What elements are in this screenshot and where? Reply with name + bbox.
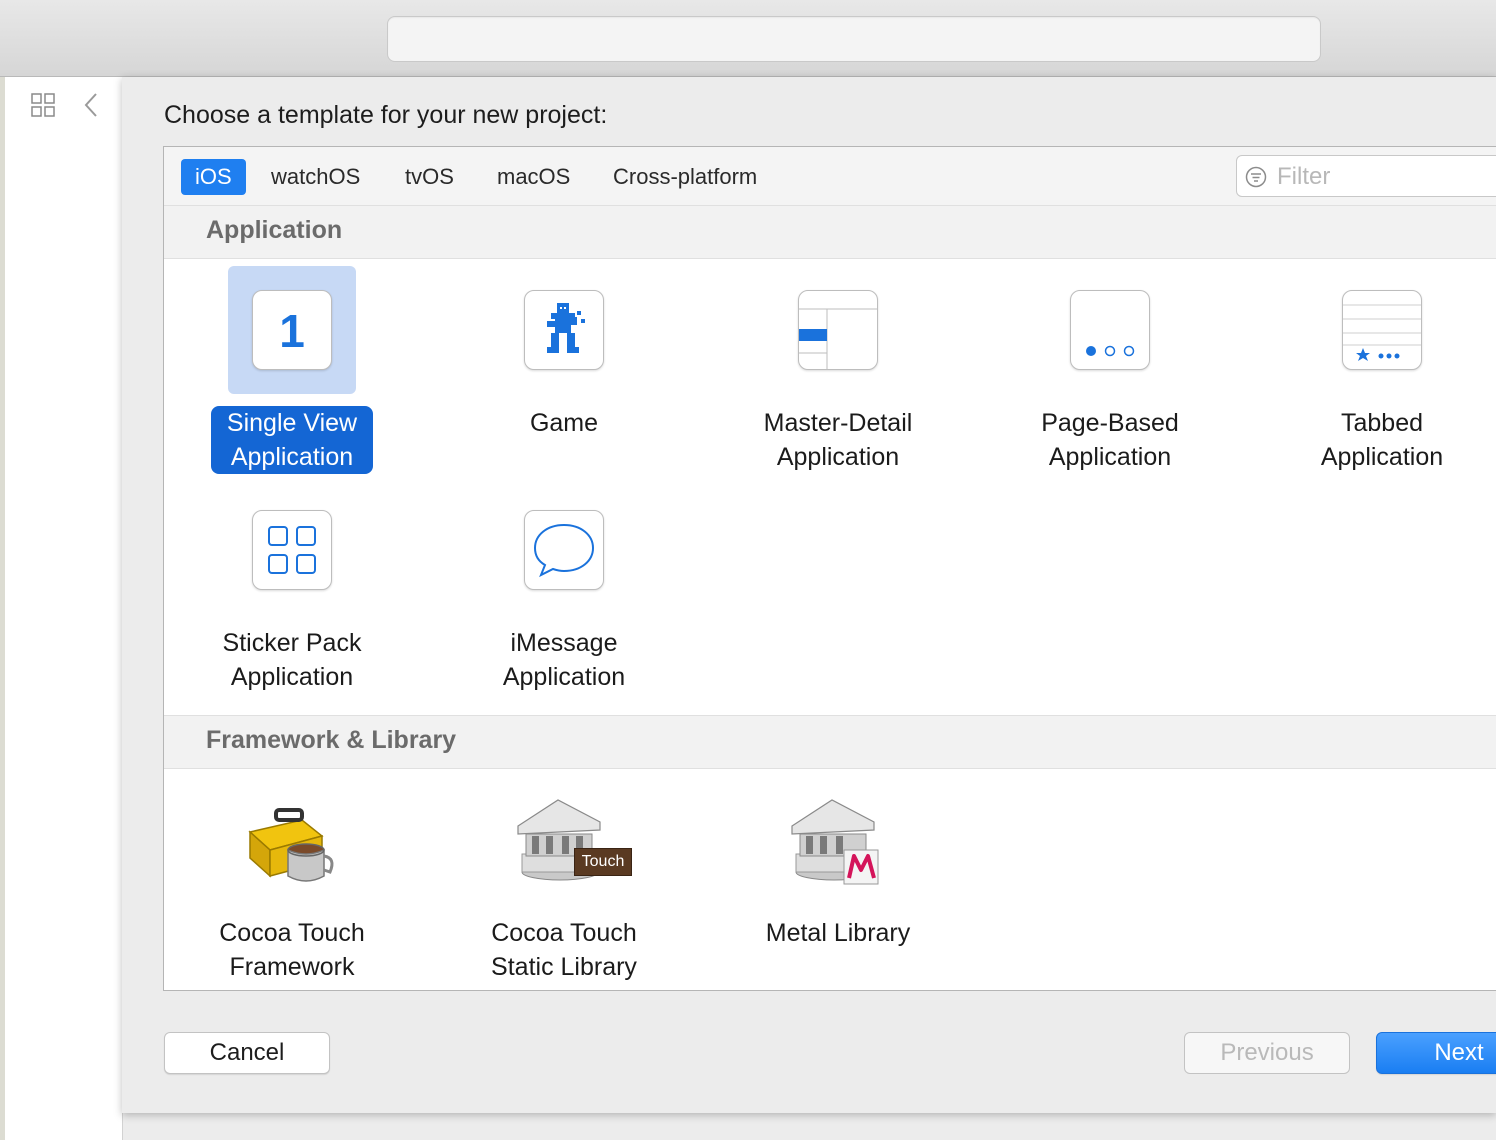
template-label: Tabbed Application — [1320, 409, 1444, 471]
master-detail-icon — [798, 290, 878, 370]
section-header-framework-library: Framework & Library — [164, 715, 1496, 769]
template-page-based-application[interactable]: Page-Based Application — [982, 266, 1254, 486]
sticker-pack-icon — [252, 510, 332, 590]
tab-macos[interactable]: macOS — [483, 159, 584, 195]
template-single-view-application[interactable]: 1 Single View Application — [164, 266, 436, 486]
template-imessage-application[interactable]: iMessage Application — [436, 486, 708, 706]
template-metal-library[interactable]: Metal Library — [710, 776, 982, 996]
template-cocoa-touch-static-library[interactable]: Touch Cocoa Touch Static Library — [436, 776, 708, 996]
template-game[interactable]: Game — [436, 266, 708, 486]
template-label: Master-Detail Application — [763, 409, 913, 471]
template-tabbed-application[interactable]: Tabbed Application — [1254, 266, 1496, 486]
filter-icon — [1245, 166, 1267, 188]
left-sidebar — [0, 77, 123, 1140]
template-panel: iOS watchOS tvOS macOS Cross-platform Ap… — [163, 146, 1496, 991]
previous-button[interactable]: Previous — [1184, 1032, 1350, 1074]
section-header-application: Application — [164, 205, 1496, 259]
tab-cross-platform[interactable]: Cross-platform — [599, 159, 771, 195]
filter-input[interactable] — [1275, 160, 1496, 194]
game-icon — [524, 290, 604, 370]
next-button[interactable]: Next — [1376, 1032, 1496, 1074]
section-title: Framework & Library — [206, 726, 457, 754]
window-edge — [0, 77, 5, 1140]
page-based-icon — [1070, 290, 1150, 370]
activity-field — [387, 16, 1321, 62]
grid-icon[interactable] — [30, 92, 56, 118]
window-toolbar — [0, 0, 1496, 77]
template-cocoa-touch-framework[interactable]: Cocoa Touch Framework — [164, 776, 436, 996]
single-view-icon: 1 — [252, 290, 332, 370]
metal-library-icon — [791, 799, 879, 885]
cancel-button[interactable]: Cancel — [164, 1032, 330, 1074]
imessage-icon — [524, 510, 604, 590]
section-title: Application — [206, 216, 343, 244]
tab-watchos[interactable]: watchOS — [257, 159, 374, 195]
chevron-left-icon[interactable] — [82, 92, 100, 118]
template-label: iMessage Application — [502, 629, 626, 691]
sheet-title: Choose a template for your new project: — [164, 101, 608, 129]
filter-field[interactable] — [1236, 155, 1496, 197]
template-label: Game — [529, 409, 599, 437]
template-label: Single View Application — [164, 406, 420, 474]
template-label: Sticker Pack Application — [222, 629, 362, 691]
touch-badge: Touch — [574, 848, 632, 876]
template-label: Cocoa Touch Framework — [219, 919, 365, 981]
toolbox-icon — [248, 808, 334, 882]
static-library-icon — [517, 799, 601, 881]
template-sticker-pack-application[interactable]: Sticker Pack Application — [164, 486, 436, 706]
svg-text:1: 1 — [279, 305, 305, 357]
tab-tvos[interactable]: tvOS — [391, 159, 468, 195]
template-label: Page-Based Application — [1041, 409, 1179, 471]
template-master-detail-application[interactable]: Master-Detail Application — [710, 266, 982, 486]
template-label: Metal Library — [765, 919, 911, 947]
template-label: Cocoa Touch Static Library — [491, 919, 637, 981]
tab-ios[interactable]: iOS — [181, 159, 246, 195]
platform-tabbar: iOS watchOS tvOS macOS Cross-platform — [164, 147, 1496, 206]
new-project-sheet: Choose a template for your new project: … — [122, 77, 1496, 1113]
tabbed-icon — [1342, 290, 1422, 370]
